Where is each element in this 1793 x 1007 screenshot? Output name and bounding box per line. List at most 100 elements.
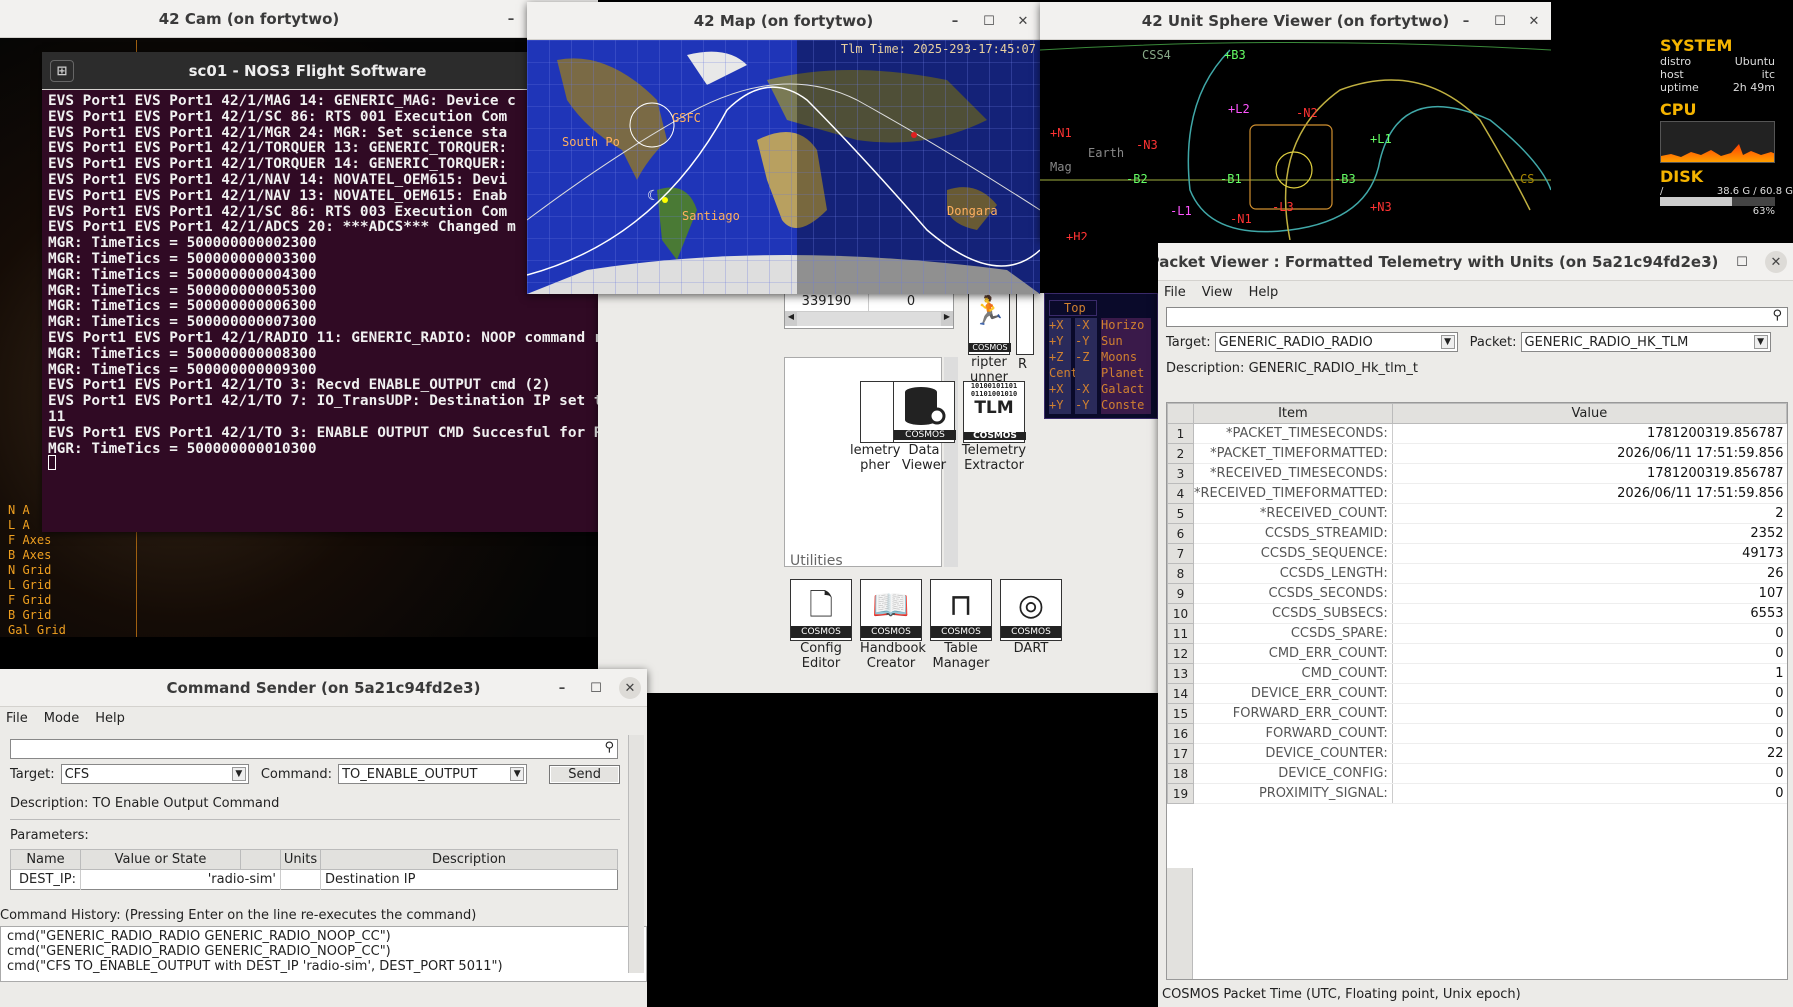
menu-mode[interactable]: Mode bbox=[44, 711, 79, 726]
table-row[interactable]: 5 *RECEIVED_COUNT: 2 bbox=[1167, 503, 1787, 524]
menu-help[interactable]: Help bbox=[95, 711, 125, 726]
nav-btn[interactable]: Horizo bbox=[1101, 318, 1151, 334]
nav-btn[interactable]: -Y bbox=[1075, 398, 1097, 414]
cam-menu-item[interactable]: B Axes bbox=[8, 548, 66, 563]
nav-btn[interactable]: -X bbox=[1075, 382, 1097, 398]
nav-btn[interactable]: Conste bbox=[1101, 398, 1151, 414]
table-row[interactable]: 14 DEVICE_ERR_COUNT: 0 bbox=[1167, 683, 1787, 704]
nav-btn[interactable] bbox=[1075, 366, 1097, 382]
maximize-icon[interactable]: ☐ bbox=[978, 10, 1000, 32]
table-row[interactable]: 3 *RECEIVED_TIMESECONDS: 1781200319.856787 bbox=[1167, 463, 1787, 484]
close-icon[interactable]: ✕ bbox=[1523, 10, 1545, 32]
h-scrollbar[interactable]: ◀ ▶ bbox=[785, 312, 953, 326]
table-row[interactable]: 1 *PACKET_TIMESECONDS: 1781200319.856787 bbox=[1167, 423, 1787, 444]
table-row[interactable]: 2 *PACKET_TIMEFORMATTED: 2026/06/11 17:51:… bbox=[1167, 443, 1787, 464]
sphere-label: CS bbox=[1520, 172, 1535, 186]
tool-telemetry-extractor[interactable]: 10100101101 01101001010 TLM COSMOS Telemet… bbox=[958, 381, 1030, 473]
nav-btn[interactable]: Center bbox=[1049, 366, 1092, 382]
table-row[interactable]: 15 FORWARD_ERR_COUNT: 0 bbox=[1167, 703, 1787, 724]
nav-btn[interactable]: Moons bbox=[1101, 350, 1151, 366]
nav-btn[interactable]: Galact bbox=[1101, 382, 1151, 398]
close-icon[interactable]: ✕ bbox=[619, 677, 641, 699]
nav-btn[interactable]: Planet bbox=[1101, 366, 1151, 382]
table-row[interactable]: 8 CCSDS_LENGTH: 26 bbox=[1167, 563, 1787, 584]
target-select[interactable]: GENERIC_RADIO_RADIO ▼ bbox=[1214, 332, 1458, 352]
col-value[interactable]: Value bbox=[1391, 403, 1787, 424]
nav-btn[interactable]: Sun bbox=[1101, 334, 1151, 350]
table-row[interactable]: 17 DEVICE_COUNTER: 22 bbox=[1167, 743, 1787, 764]
tool-table[interactable]: ⊓ COSMOS Table Manager bbox=[930, 579, 992, 671]
cam-menu-item[interactable]: F Axes bbox=[8, 533, 66, 548]
cam-menu-item[interactable]: F Grid bbox=[8, 593, 66, 608]
minimize-icon[interactable]: – bbox=[1455, 10, 1477, 32]
send-button[interactable]: Send bbox=[549, 764, 620, 784]
param-col-header[interactable]: Description bbox=[320, 849, 618, 870]
table-row[interactable]: 12 CMD_ERR_COUNT: 0 bbox=[1167, 643, 1787, 664]
history-line[interactable]: cmd("CFS TO_ENABLE_OUTPUT with DEST_IP '… bbox=[7, 959, 640, 974]
table-row[interactable]: 4 *RECEIVED_TIMEFORMATTED: 2026/06/11 17:5… bbox=[1167, 483, 1787, 504]
menu-help[interactable]: Help bbox=[1249, 285, 1279, 300]
tool-script-runner[interactable]: COSMOS 🏃 ripter unner bbox=[968, 293, 1011, 385]
tool-dart[interactable]: ◎ COSMOS DART bbox=[1000, 579, 1062, 671]
sphere-label: -N2 bbox=[1296, 106, 1318, 120]
command-select[interactable]: TO_ENABLE_OUTPUT ▼ bbox=[338, 764, 528, 784]
target-select[interactable]: CFS ▼ bbox=[60, 764, 249, 784]
maximize-icon[interactable]: ☐ bbox=[1731, 251, 1753, 273]
nav-btn[interactable]: +X bbox=[1049, 382, 1071, 398]
minimize-icon[interactable]: – bbox=[551, 677, 573, 699]
minimize-icon[interactable]: – bbox=[1697, 251, 1719, 273]
table-row[interactable]: DEST_IP: 'radio-sim' Destination IP bbox=[10, 869, 618, 890]
nav-btn[interactable]: -Y bbox=[1075, 334, 1097, 350]
table-row[interactable]: 19 PROXIMITY_SIGNAL: 0 bbox=[1167, 783, 1787, 804]
param-value[interactable]: 'radio-sim' bbox=[80, 869, 281, 890]
cosmos-badge: COSMOS bbox=[1001, 626, 1061, 638]
table-row[interactable]: 6 CCSDS_STREAMID: 2352 bbox=[1167, 523, 1787, 544]
nav-btn[interactable]: +Y bbox=[1049, 398, 1071, 414]
packet-select[interactable]: GENERIC_RADIO_HK_TLM ▼ bbox=[1520, 332, 1771, 352]
nav-btn[interactable]: -Z bbox=[1075, 350, 1097, 366]
v-scrollbar[interactable] bbox=[628, 735, 644, 973]
menu-file[interactable]: File bbox=[6, 711, 28, 726]
table-row[interactable]: 16 FORWARD_COUNT: 0 bbox=[1167, 723, 1787, 744]
search-input[interactable] bbox=[10, 739, 618, 759]
history-line[interactable]: cmd("GENERIC_RADIO_RADIO GENERIC_RADIO_N… bbox=[7, 929, 640, 944]
nav-btn[interactable]: +Z bbox=[1049, 350, 1071, 366]
param-col-header[interactable]: Value or State bbox=[80, 849, 241, 870]
close-icon[interactable]: ✕ bbox=[1012, 10, 1034, 32]
nav-btn[interactable]: +Y bbox=[1049, 334, 1071, 350]
maximize-icon[interactable]: ☐ bbox=[1489, 10, 1511, 32]
nav-btn[interactable]: +X bbox=[1049, 318, 1071, 334]
table-row[interactable]: 10 CCSDS_SUBSECS: 6553 bbox=[1167, 603, 1787, 624]
table-row[interactable]: 13 CMD_COUNT: 1 bbox=[1167, 663, 1787, 684]
menu-file[interactable]: File bbox=[1164, 285, 1186, 300]
menu-view[interactable]: View bbox=[1202, 285, 1233, 300]
search-input[interactable] bbox=[1166, 307, 1788, 327]
param-col-header[interactable]: Name bbox=[10, 849, 81, 870]
history-box[interactable]: cmd("GENERIC_RADIO_RADIO GENERIC_RADIO_N… bbox=[0, 926, 647, 982]
maximize-icon[interactable]: ☐ bbox=[585, 677, 607, 699]
minimize-icon[interactable]: – bbox=[500, 8, 522, 30]
nav-row: +Z -Z Moons bbox=[1049, 350, 1153, 366]
tool-handbook[interactable]: 📖 COSMOS Handbook Creator bbox=[860, 579, 926, 671]
param-col-header[interactable] bbox=[240, 849, 281, 870]
history-line[interactable]: cmd("GENERIC_RADIO_RADIO GENERIC_RADIO_N… bbox=[7, 944, 640, 959]
cam-menu-item[interactable]: L Grid bbox=[8, 578, 66, 593]
cam-menu-item[interactable]: B Grid bbox=[8, 608, 66, 623]
tool-r[interactable] bbox=[1016, 293, 1034, 355]
tool-data-viewer[interactable]: COSMOS Data Viewer bbox=[893, 381, 956, 473]
tool-config[interactable]: 🗋 COSMOS Config Editor bbox=[790, 579, 852, 671]
table-row[interactable]: 7 CCSDS_SEQUENCE: 49173 bbox=[1167, 543, 1787, 564]
minimize-icon[interactable]: – bbox=[944, 10, 966, 32]
close-icon[interactable]: ✕ bbox=[1765, 251, 1787, 273]
param-col-header[interactable]: Units bbox=[280, 849, 321, 870]
item-name: DEVICE_CONFIG: bbox=[1193, 763, 1393, 784]
col-item[interactable]: Item bbox=[1193, 403, 1393, 424]
table-row[interactable]: 9 CCSDS_SECONDS: 107 bbox=[1167, 583, 1787, 604]
new-tab-icon[interactable]: ⊞ bbox=[50, 60, 74, 82]
table-row[interactable]: 18 DEVICE_CONFIG: 0 bbox=[1167, 763, 1787, 784]
cam-menu-item[interactable]: N Grid bbox=[8, 563, 66, 578]
table-row[interactable]: 11 CCSDS_SPARE: 0 bbox=[1167, 623, 1787, 644]
nav-btn[interactable]: -X bbox=[1075, 318, 1097, 334]
cam-menu-item[interactable]: Gal Grid bbox=[8, 623, 66, 637]
nav-top[interactable]: Top bbox=[1049, 300, 1097, 316]
